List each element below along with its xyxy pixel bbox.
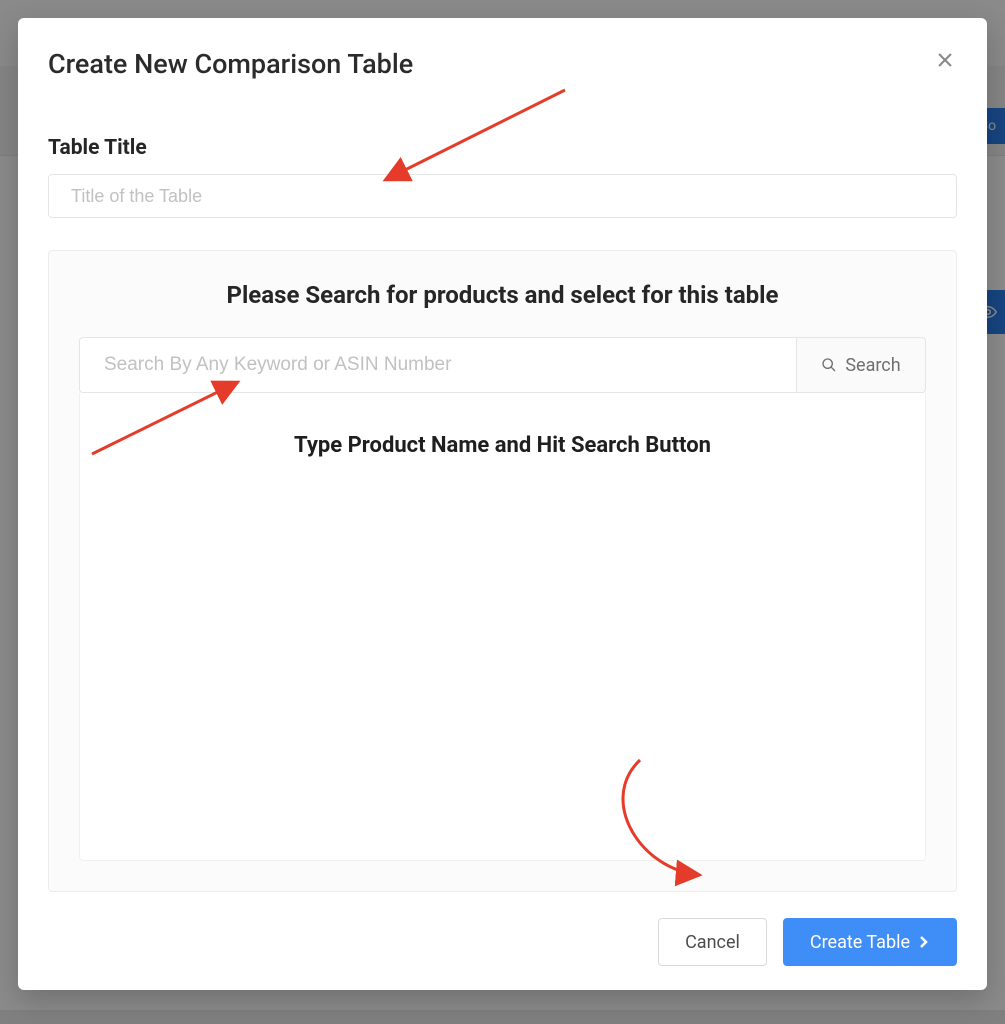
modal-title: Create New Comparison Table: [48, 48, 413, 80]
table-title-input[interactable]: [48, 174, 957, 218]
close-button[interactable]: [933, 48, 957, 72]
create-comparison-table-modal: Create New Comparison Table Table Title …: [18, 18, 987, 990]
cancel-button[interactable]: Cancel: [658, 918, 767, 966]
product-search-panel: Please Search for products and select fo…: [48, 250, 957, 892]
search-results-area: Type Product Name and Hit Search Button: [79, 393, 926, 861]
search-button[interactable]: Search: [796, 337, 926, 393]
create-table-button-label: Create Table: [810, 932, 910, 953]
cancel-button-label: Cancel: [685, 932, 740, 953]
background-footer-strip: [0, 1010, 1005, 1024]
close-icon: [937, 52, 953, 68]
table-title-label: Table Title: [48, 136, 957, 160]
panel-heading: Please Search for products and select fo…: [79, 281, 926, 309]
search-icon: [821, 357, 837, 373]
create-table-button[interactable]: Create Table: [783, 918, 957, 966]
modal-header: Create New Comparison Table: [48, 48, 957, 80]
product-search-input[interactable]: [79, 337, 796, 393]
search-button-label: Search: [845, 355, 900, 376]
chevron-right-icon: [918, 936, 930, 948]
search-results-hint: Type Product Name and Hit Search Button: [80, 433, 925, 458]
modal-footer: Cancel Create Table: [48, 918, 957, 966]
search-row: Search: [79, 337, 926, 393]
